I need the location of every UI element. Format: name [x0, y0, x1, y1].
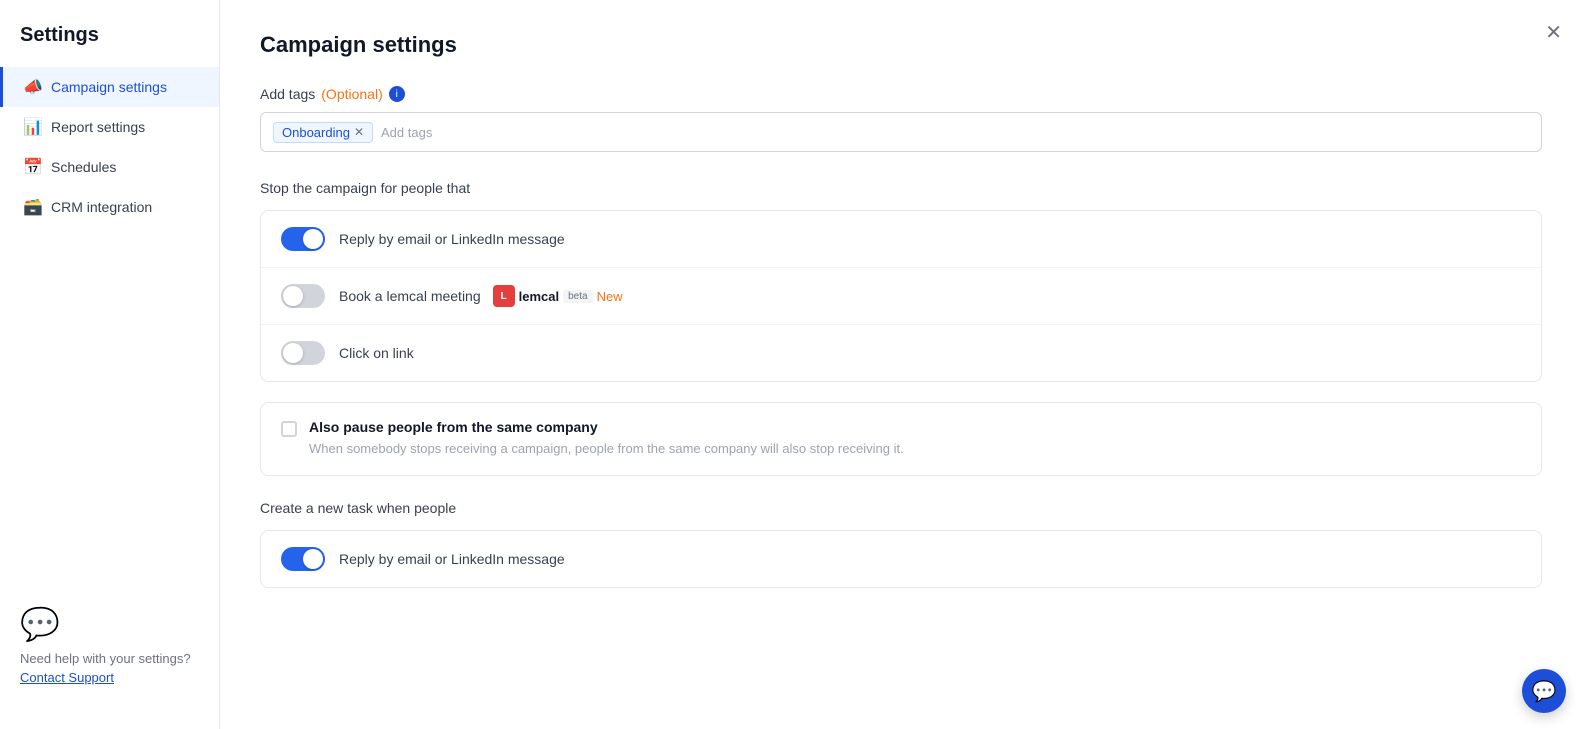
stop-campaign-options: Reply by email or LinkedIn message Book … — [260, 210, 1542, 382]
option-task-reply-email-label: Reply by email or LinkedIn message — [339, 551, 565, 567]
sidebar-item-schedules[interactable]: 📅 Schedules — [0, 147, 219, 187]
modal-close-button[interactable]: ✕ — [1545, 20, 1562, 45]
sidebar-item-crm-integration[interactable]: 🗃️ CRM integration — [0, 187, 219, 227]
lemcal-logo-icon: L — [493, 285, 515, 307]
sidebar-item-campaign-settings[interactable]: 📣 Campaign settings — [0, 67, 219, 107]
toggle-reply-email[interactable] — [281, 227, 325, 251]
modal-main: ✕ Campaign settings Add tags (Optional) … — [220, 0, 1582, 729]
sidebar-title: Settings — [0, 24, 219, 67]
modal-title: Campaign settings — [260, 32, 1542, 58]
add-tags-text: Add tags — [260, 86, 315, 102]
tags-input[interactable]: Onboarding ✕ Add tags — [260, 112, 1542, 152]
create-task-label: Create a new task when people — [260, 500, 1542, 516]
option-reply-email: Reply by email or LinkedIn message — [261, 211, 1541, 268]
book-lemcal-text: Book a lemcal meeting — [339, 288, 481, 304]
pause-company-content: Also pause people from the same company … — [309, 419, 904, 459]
chat-icon: 💬 — [1532, 679, 1557, 704]
pause-company-box: Also pause people from the same company … — [260, 402, 1542, 476]
toggle-knob-book-lemcal — [283, 286, 303, 306]
onboarding-tag: Onboarding ✕ — [273, 122, 373, 143]
optional-text: (Optional) — [321, 86, 382, 102]
sidebar-item-schedules-label: Schedules — [51, 159, 116, 175]
option-click-link: Click on link — [261, 325, 1541, 381]
toggle-knob-reply-email — [303, 229, 323, 249]
toggle-knob-task-reply-email — [303, 549, 323, 569]
settings-sidebar: Settings 📣 Campaign settings 📊 Report se… — [0, 0, 220, 729]
schedules-icon: 📅 — [23, 157, 41, 177]
pause-company-checkbox[interactable] — [281, 421, 297, 437]
sidebar-item-report-label: Report settings — [51, 119, 145, 135]
option-book-lemcal: Book a lemcal meeting L lemcal beta New — [261, 268, 1541, 325]
pause-company-desc: When somebody stops receiving a campaign… — [309, 439, 904, 459]
sidebar-item-report-settings[interactable]: 📊 Report settings — [0, 107, 219, 147]
contact-support-link[interactable]: Contact Support — [20, 670, 199, 685]
lemcal-badge: L lemcal beta New — [493, 285, 623, 307]
tags-info-icon[interactable]: i — [389, 86, 405, 102]
add-tags-placeholder: Add tags — [381, 125, 432, 140]
chat-support-button[interactable]: 💬 — [1522, 669, 1566, 713]
beta-badge: beta — [563, 290, 592, 303]
toggle-task-reply-email[interactable] — [281, 547, 325, 571]
option-click-link-label: Click on link — [339, 345, 414, 361]
option-book-lemcal-label: Book a lemcal meeting L lemcal beta New — [339, 285, 623, 307]
toggle-book-lemcal[interactable] — [281, 284, 325, 308]
tag-remove-button[interactable]: ✕ — [354, 125, 364, 139]
sidebar-item-crm-label: CRM integration — [51, 199, 152, 215]
modal-wrapper: Settings 📣 Campaign settings 📊 Report se… — [0, 0, 1582, 729]
create-task-options: Reply by email or LinkedIn message — [260, 530, 1542, 588]
option-reply-email-label: Reply by email or LinkedIn message — [339, 231, 565, 247]
report-settings-icon: 📊 — [23, 117, 41, 137]
toggle-knob-click-link — [283, 343, 303, 363]
sidebar-item-campaign-label: Campaign settings — [51, 79, 167, 95]
toggle-click-link[interactable] — [281, 341, 325, 365]
stop-campaign-heading: Stop the campaign for people that — [260, 180, 1542, 196]
tag-label: Onboarding — [282, 125, 350, 140]
lemcal-name: lemcal — [519, 289, 559, 304]
help-text: Need help with your settings? — [20, 651, 199, 666]
pause-company-title: Also pause people from the same company — [309, 419, 904, 435]
help-icon: 💬 — [20, 605, 199, 643]
add-tags-label: Add tags (Optional) i — [260, 86, 1542, 102]
option-task-reply-email: Reply by email or LinkedIn message — [261, 531, 1541, 587]
new-badge: New — [597, 289, 623, 304]
campaign-settings-icon: 📣 — [23, 77, 41, 97]
crm-icon: 🗃️ — [23, 197, 41, 217]
sidebar-help: 💬 Need help with your settings? Contact … — [0, 585, 219, 705]
